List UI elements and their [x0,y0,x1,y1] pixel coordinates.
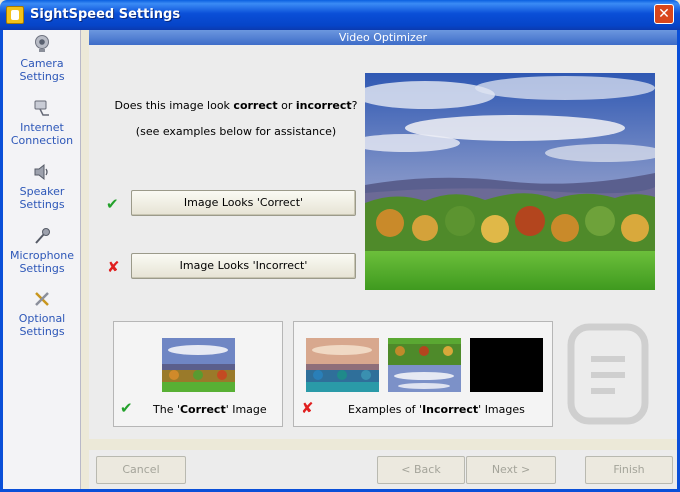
question-start: Does this image look [114,99,234,112]
back-button[interactable]: < Back [377,456,465,484]
question-or: or [277,99,296,112]
question-correct-word: correct [233,99,278,112]
window-title: SightSpeed Settings [30,7,181,22]
sidebar-item-label: Internet Connection [10,121,74,147]
correct-example-thumbnail [162,338,235,392]
check-icon: ✔ [120,399,133,417]
title-bar: SightSpeed Settings ✕ [0,0,680,30]
question-text: Does this image look correct or incorrec… [111,99,361,112]
sidebar-item-label: Speaker Settings [19,185,65,211]
sidebar-item-speaker-settings[interactable]: Speaker Settings [3,162,81,211]
caption-prefix: Examples of ' [348,403,423,416]
incorrect-examples-caption: Examples of 'Incorrect' Images [348,403,525,416]
next-button[interactable]: Next > [466,456,556,484]
question-incorrect-word: incorrect [295,99,352,112]
close-button[interactable]: ✕ [654,4,674,24]
video-optimizer-banner: Video Optimizer [89,30,677,45]
incorrect-examples-box: ✘ Examples of 'Incorrect' Images [293,321,553,427]
caption-bold: Incorrect [422,403,479,416]
window-frame: Camera Settings Internet Connection Spea… [0,30,680,492]
cancel-button[interactable]: Cancel [96,456,186,484]
caption-bold: Correct [179,403,226,416]
incorrect-example-black [470,338,543,392]
incorrect-example-flipped [388,338,461,392]
finish-button[interactable]: Finish [585,456,673,484]
cross-icon: ✘ [301,399,314,417]
sidebar-item-optional-settings[interactable]: Optional Settings [3,289,81,338]
camera-icon [35,35,49,52]
sidebar-item-microphone-settings[interactable]: Microphone Settings [3,226,81,275]
sidebar-item-internet-connection[interactable]: Internet Connection [3,98,81,147]
network-icon [34,100,49,116]
check-icon: ✔ [106,195,119,213]
speaker-icon [34,163,48,181]
sidebar-item-camera-settings[interactable]: Camera Settings [3,34,81,83]
incorrect-example-washed-colors [306,338,379,392]
sightspeed-app-icon [6,6,24,24]
correct-example-box: ✔ The 'Correct' Image [113,321,283,427]
caption-prefix: The ' [153,403,180,416]
cross-icon: ✘ [107,258,120,276]
window-client-area: Camera Settings Internet Connection Spea… [3,30,677,489]
caption-suffix: ' Image [225,403,267,416]
caption-suffix: ' Images [478,403,525,416]
image-looks-incorrect-button[interactable]: Image Looks 'Incorrect' [131,253,356,279]
settings-sidebar: Camera Settings Internet Connection Spea… [3,30,81,489]
sidebar-item-label: Camera Settings [19,57,65,83]
sidebar-item-label: Optional Settings [18,312,66,338]
sidebar-item-label: Microphone Settings [9,249,75,275]
tools-icon [35,292,49,306]
correct-example-caption: The 'Correct' Image [153,403,267,416]
video-optimizer-panel: Does this image look correct or incorrec… [89,45,677,439]
test-image [365,73,655,290]
sightspeed-watermark-logo [567,323,649,425]
wizard-footer: Cancel < Back Next > Finish [89,450,677,489]
hint-text: (see examples below for assistance) [135,125,337,138]
question-end: ? [351,99,358,112]
microphone-icon [35,228,50,244]
image-looks-correct-button[interactable]: Image Looks 'Correct' [131,190,356,216]
